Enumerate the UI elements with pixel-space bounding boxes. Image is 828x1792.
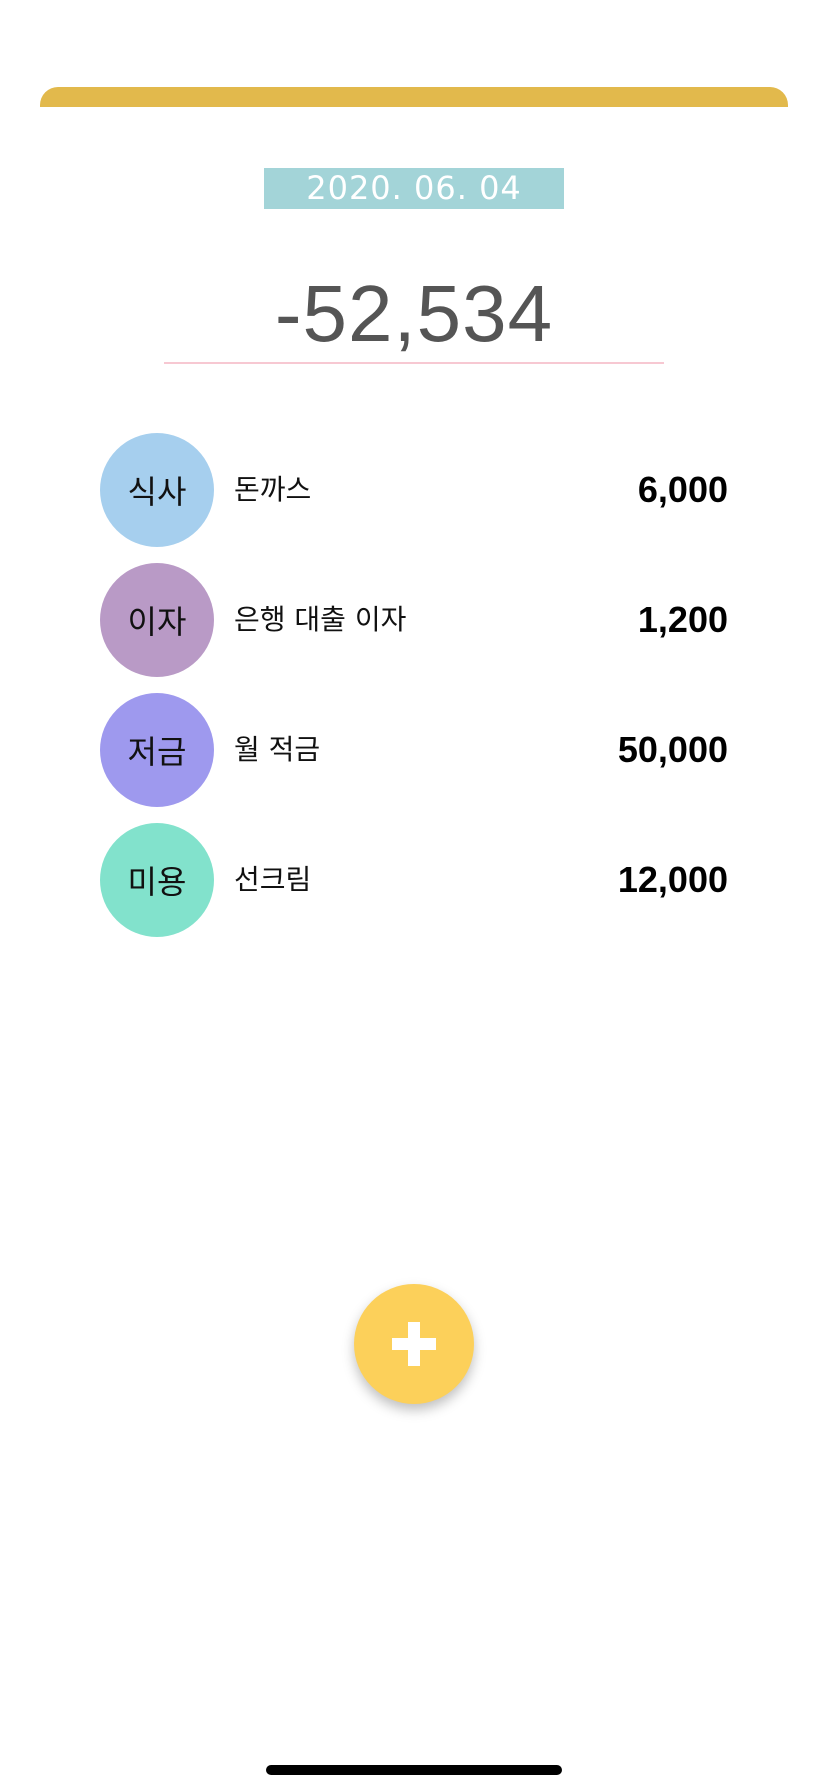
balance-underline	[164, 362, 664, 364]
expense-row[interactable]: 저금 월 적금 50,000	[100, 693, 728, 807]
home-indicator	[266, 1765, 562, 1775]
expense-amount: 12,000	[617, 859, 728, 900]
expense-description: 선크림	[234, 863, 312, 896]
expense-description: 돈까스	[234, 473, 312, 506]
category-badge: 식사	[100, 433, 214, 547]
expense-amount: 50,000	[617, 729, 728, 770]
expense-description: 월 적금	[234, 733, 321, 766]
expense-description: 은행 대출 이자	[234, 603, 407, 636]
add-expense-button[interactable]	[354, 1284, 474, 1404]
expense-row[interactable]: 이자 은행 대출 이자 1,200	[100, 563, 728, 677]
expense-amount: 6,000	[637, 469, 728, 510]
category-badge: 저금	[100, 693, 214, 807]
category-badge: 이자	[100, 563, 214, 677]
expense-row[interactable]: 미용 선크림 12,000	[100, 823, 728, 937]
date-label[interactable]: 2020. 06. 04	[264, 168, 564, 209]
expense-list: 식사 돈까스 6,000 이자 은행 대출 이자 1,200 저금 월 적금 5…	[100, 433, 728, 953]
expense-row[interactable]: 식사 돈까스 6,000	[100, 433, 728, 547]
plus-icon	[408, 1322, 420, 1366]
balance-total: -52,534	[274, 269, 554, 358]
expense-amount: 1,200	[637, 599, 728, 640]
category-badge: 미용	[100, 823, 214, 937]
top-accent-bar	[40, 87, 788, 107]
